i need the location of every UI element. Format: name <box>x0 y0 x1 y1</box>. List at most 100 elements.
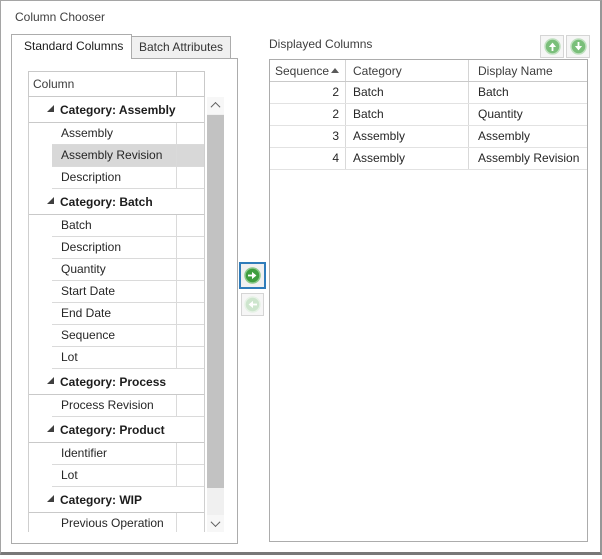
move-down-button[interactable] <box>566 35 590 58</box>
column-item-extra-cell <box>177 513 204 532</box>
column-item-row[interactable]: Batch <box>52 215 204 237</box>
expander-expanded-icon[interactable] <box>47 425 54 432</box>
column-item-extra-cell <box>177 123 204 144</box>
arrow-up-circle-icon <box>544 38 561 55</box>
column-item-label: Quantity <box>52 259 177 280</box>
category-row-process[interactable]: Category: Process <box>29 369 204 395</box>
available-columns-grid: Column Category: Assembly Assembly Assem… <box>28 71 225 532</box>
empty-header-cell <box>177 72 204 96</box>
column-item-row[interactable]: Previous Operation <box>52 513 204 532</box>
column-item-row[interactable]: Description <box>52 237 204 259</box>
sort-ascending-icon <box>331 68 339 73</box>
column-item-row-selected[interactable]: Assembly Revision <box>52 145 204 167</box>
column-item-row[interactable]: Assembly <box>52 123 204 145</box>
sequence-cell: 2 <box>270 104 346 125</box>
add-column-button[interactable] <box>239 262 266 289</box>
column-item-label: Assembly Revision <box>52 145 177 166</box>
sequence-cell: 3 <box>270 126 346 147</box>
category-row-batch[interactable]: Category: Batch <box>29 189 204 215</box>
arrow-left-circle-icon <box>244 296 261 313</box>
column-item-extra-cell <box>177 325 204 346</box>
column-item-label: Sequence <box>52 325 177 346</box>
category-label: Category: Process <box>60 375 166 389</box>
category-row-wip[interactable]: Category: WIP <box>29 487 204 513</box>
arrow-right-circle-icon <box>244 267 261 284</box>
sequence-cell: 2 <box>270 82 346 103</box>
header-sequence[interactable]: Sequence <box>270 60 346 81</box>
column-item-row[interactable]: Process Revision <box>52 395 204 417</box>
column-item-label: Previous Operation <box>52 513 177 532</box>
column-item-extra-cell <box>177 443 204 464</box>
column-item-row[interactable]: Lot <box>52 347 204 369</box>
category-cell: Batch <box>346 104 469 125</box>
column-item-extra-cell <box>177 281 204 302</box>
column-item-extra-cell <box>177 303 204 324</box>
display-name-cell: Batch <box>469 82 587 103</box>
category-row-assembly[interactable]: Category: Assembly <box>29 97 204 123</box>
column-header-cell[interactable]: Column <box>29 72 177 96</box>
available-columns-grid-header: Column <box>28 71 205 97</box>
window-title: Column Chooser <box>15 10 105 24</box>
column-item-row[interactable]: Lot <box>52 465 204 487</box>
table-row[interactable]: 4 Assembly Assembly Revision <box>270 148 587 170</box>
column-item-label: Lot <box>52 465 177 486</box>
category-label: Category: Assembly <box>60 103 176 117</box>
column-item-row[interactable]: Sequence <box>52 325 204 347</box>
category-cell: Assembly <box>346 126 469 147</box>
column-item-extra-cell <box>177 395 204 416</box>
displayed-columns-label: Displayed Columns <box>269 37 372 51</box>
expander-expanded-icon[interactable] <box>47 377 54 384</box>
column-item-row[interactable]: End Date <box>52 303 204 325</box>
category-label: Category: Batch <box>60 195 153 209</box>
category-label: Category: Product <box>60 423 165 437</box>
column-item-label: Process Revision <box>52 395 177 416</box>
column-item-row[interactable]: Identifier <box>52 443 204 465</box>
column-item-extra-cell <box>177 347 204 368</box>
column-item-extra-cell <box>177 215 204 236</box>
scrollbar-down-button[interactable] <box>207 515 224 532</box>
column-item-extra-cell <box>177 237 204 258</box>
expander-expanded-icon[interactable] <box>47 105 54 112</box>
column-item-extra-cell <box>177 145 204 166</box>
expander-expanded-icon[interactable] <box>47 197 54 204</box>
column-item-label: Lot <box>52 347 177 368</box>
chevron-down-icon <box>211 517 221 527</box>
header-category-label: Category <box>353 64 402 78</box>
tab-standard-columns[interactable]: Standard Columns <box>11 34 132 59</box>
category-row-product[interactable]: Category: Product <box>29 417 204 443</box>
table-row[interactable]: 2 Batch Batch <box>270 82 587 104</box>
expander-expanded-icon[interactable] <box>47 495 54 502</box>
remove-column-button[interactable] <box>241 293 264 316</box>
category-cell: Assembly <box>346 148 469 169</box>
arrow-down-circle-icon <box>570 38 587 55</box>
column-item-label: End Date <box>52 303 177 324</box>
available-columns-rows: Category: Assembly Assembly Assembly Rev… <box>28 97 205 532</box>
header-display-name[interactable]: Display Name <box>469 60 587 81</box>
table-row[interactable]: 2 Batch Quantity <box>270 104 587 126</box>
display-name-cell: Assembly Revision <box>469 148 587 169</box>
category-label: Category: WIP <box>60 493 142 507</box>
tab-batch-attributes[interactable]: Batch Attributes <box>131 36 231 58</box>
column-item-label: Start Date <box>52 281 177 302</box>
scrollbar-up-button[interactable] <box>207 97 224 114</box>
column-item-row[interactable]: Quantity <box>52 259 204 281</box>
column-item-row[interactable]: Description <box>52 167 204 189</box>
header-category[interactable]: Category <box>346 60 469 81</box>
move-up-button[interactable] <box>540 35 564 58</box>
column-item-extra-cell <box>177 167 204 188</box>
header-sequence-label: Sequence <box>275 64 329 78</box>
display-name-cell: Assembly <box>469 126 587 147</box>
table-row[interactable]: 3 Assembly Assembly <box>270 126 587 148</box>
scrollbar-thumb[interactable] <box>207 115 224 488</box>
column-item-label: Assembly <box>52 123 177 144</box>
chevron-up-icon <box>211 102 221 112</box>
sequence-cell: 4 <box>270 148 346 169</box>
column-item-label: Identifier <box>52 443 177 464</box>
column-item-row[interactable]: Start Date <box>52 281 204 303</box>
header-display-name-label: Display Name <box>478 64 553 78</box>
vertical-scrollbar[interactable] <box>207 97 224 532</box>
display-name-cell: Quantity <box>469 104 587 125</box>
displayed-columns-table-header: Sequence Category Display Name <box>270 60 587 82</box>
column-item-label: Description <box>52 237 177 258</box>
displayed-columns-table: Sequence Category Display Name 2 Batch B… <box>269 59 588 542</box>
